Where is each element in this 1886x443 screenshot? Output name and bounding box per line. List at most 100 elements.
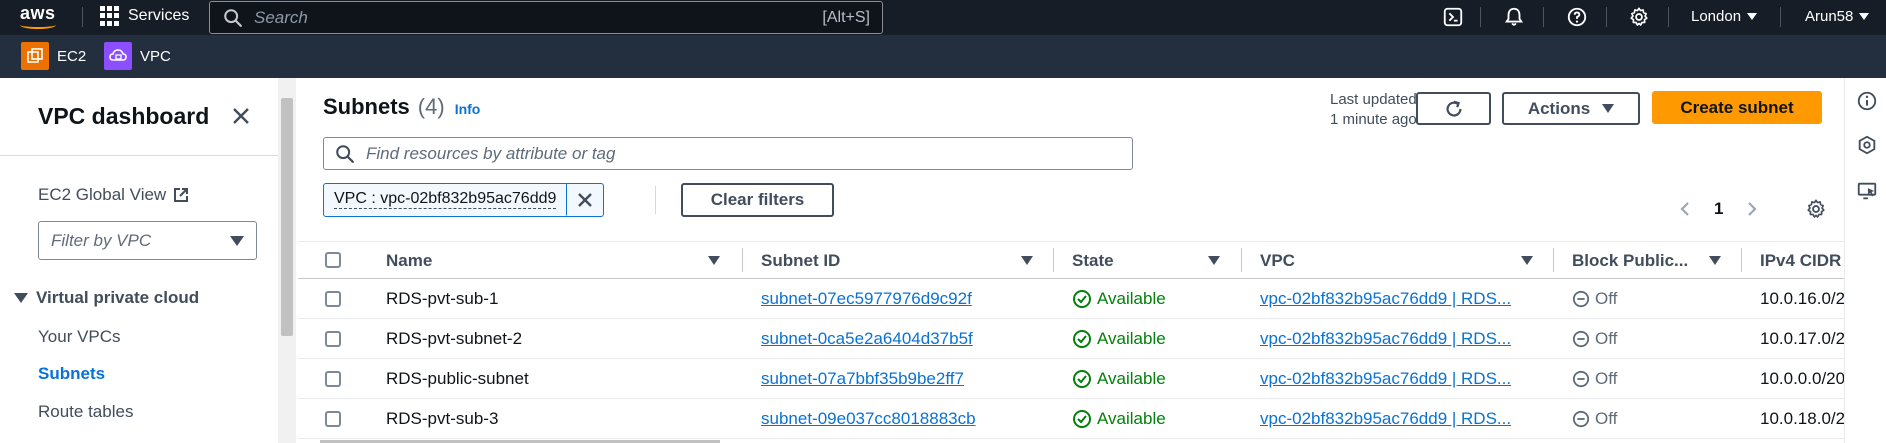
- subnet-id-link[interactable]: subnet-07a7bbf35b9be2ff7: [761, 369, 964, 389]
- help-icon[interactable]: [1566, 6, 1588, 28]
- column-resizer[interactable]: [1741, 248, 1742, 272]
- column-header-subnet-id[interactable]: Subnet ID: [761, 251, 840, 271]
- divider: [1543, 7, 1544, 27]
- main-content: Subnets (4) Info Last updated 1 minute a…: [298, 78, 1845, 443]
- search-bar[interactable]: Search [Alt+S]: [209, 1, 883, 34]
- column-header-name[interactable]: Name: [386, 251, 432, 271]
- clear-filters-button[interactable]: Clear filters: [681, 183, 834, 217]
- row-checkbox[interactable]: [325, 371, 341, 387]
- block-public-status: Off: [1572, 289, 1617, 309]
- vpc-icon: [104, 42, 132, 70]
- cell-name: RDS-pvt-sub-1: [386, 289, 499, 308]
- column-header-state[interactable]: State: [1072, 251, 1114, 271]
- close-icon[interactable]: [229, 104, 253, 128]
- sidebar-item-route-tables[interactable]: Route tables: [38, 402, 133, 422]
- select-all-checkbox[interactable]: [325, 252, 341, 268]
- scrollbar-thumb[interactable]: [281, 98, 293, 336]
- favorite-vpc[interactable]: VPC: [104, 42, 171, 70]
- row-checkbox[interactable]: [325, 331, 341, 347]
- chevron-down-icon: [1747, 13, 1758, 20]
- state-status: Available: [1072, 369, 1166, 389]
- block-public-label: Off: [1595, 369, 1618, 388]
- info-icon[interactable]: [1856, 90, 1878, 112]
- region-selector[interactable]: London: [1691, 8, 1758, 25]
- column-header-vpc[interactable]: VPC: [1260, 251, 1295, 271]
- sort-caret-icon[interactable]: [1521, 256, 1533, 265]
- minus-circle-icon: [1572, 330, 1590, 348]
- sort-caret-icon[interactable]: [1709, 256, 1721, 265]
- aws-logo[interactable]: aws: [18, 3, 62, 31]
- remove-filter-button[interactable]: [567, 184, 603, 216]
- divider: [0, 155, 278, 156]
- services-menu[interactable]: Services: [100, 6, 189, 26]
- state-status: Available: [1072, 409, 1166, 429]
- actions-button[interactable]: Actions: [1502, 92, 1640, 125]
- row-checkbox[interactable]: [325, 291, 341, 307]
- state-status: Available: [1072, 329, 1166, 349]
- table-row[interactable]: RDS-pvt-subnet-2 subnet-0ca5e2a6404d37b5…: [298, 319, 1845, 359]
- filter-token-label[interactable]: VPC : vpc-02bf832b95ac76dd9: [324, 184, 568, 216]
- vpc-filter-select[interactable]: Filter by VPC: [38, 221, 257, 260]
- row-checkbox[interactable]: [325, 411, 341, 427]
- ec2-global-view-link[interactable]: EC2 Global View: [38, 185, 190, 205]
- search-placeholder: Search: [254, 7, 308, 27]
- screen-pointer-icon[interactable]: [1856, 180, 1878, 202]
- column-resizer[interactable]: [1553, 248, 1554, 272]
- page-title: Subnets (4) Info: [323, 94, 480, 120]
- chevron-down-icon: [230, 235, 244, 246]
- account-menu[interactable]: Arun58: [1805, 8, 1870, 25]
- favorite-ec2[interactable]: EC2: [21, 42, 86, 70]
- right-tools-rail: [1844, 78, 1886, 443]
- block-public-label: Off: [1595, 409, 1618, 428]
- table-row[interactable]: RDS-pvt-sub-1 subnet-07ec5977976d9c92f A…: [298, 279, 1845, 319]
- sidebar-scrollbar[interactable]: [278, 78, 296, 443]
- subnet-id-link[interactable]: subnet-07ec5977976d9c92f: [761, 289, 972, 309]
- sort-caret-icon[interactable]: [708, 256, 720, 265]
- sort-caret-icon[interactable]: [1021, 256, 1033, 265]
- search-icon: [224, 8, 242, 27]
- caret-down-icon: [1602, 104, 1615, 113]
- table-row[interactable]: RDS-pvt-sub-3 subnet-09e037cc8018883cb A…: [298, 399, 1845, 439]
- subnet-id-link[interactable]: subnet-0ca5e2a6404d37b5f: [761, 329, 973, 349]
- column-header-ipv4-cidr[interactable]: IPv4 CIDR: [1760, 251, 1841, 271]
- sidebar-title[interactable]: VPC dashboard: [38, 103, 209, 130]
- last-updated: Last updated 1 minute ago: [1330, 90, 1417, 130]
- column-resizer[interactable]: [742, 248, 743, 272]
- services-label: Services: [128, 7, 190, 24]
- refresh-button[interactable]: [1416, 92, 1491, 125]
- bell-icon[interactable]: [1503, 6, 1525, 28]
- subnet-id-link[interactable]: subnet-09e037cc8018883cb: [761, 409, 976, 429]
- gear-icon[interactable]: [1628, 6, 1650, 28]
- hexagon-icon[interactable]: [1856, 134, 1878, 156]
- sidebar-item-your-vpcs[interactable]: Your VPCs: [38, 327, 121, 347]
- column-resizer[interactable]: [1053, 248, 1054, 272]
- table-row[interactable]: RDS-public-subnet subnet-07a7bbf35b9be2f…: [298, 359, 1845, 399]
- preferences-gear-icon[interactable]: [1805, 198, 1827, 220]
- divider: [82, 7, 83, 27]
- find-resources-input[interactable]: Find resources by attribute or tag: [323, 137, 1133, 170]
- vpc-link[interactable]: vpc-02bf832b95ac76dd9 | RDS...: [1260, 289, 1511, 309]
- favorite-label: EC2: [57, 47, 87, 65]
- info-link[interactable]: Info: [455, 101, 481, 117]
- filter-token[interactable]: VPC : vpc-02bf832b95ac76dd9: [323, 183, 605, 217]
- vpc-link[interactable]: vpc-02bf832b95ac76dd9 | RDS...: [1260, 409, 1511, 429]
- user-label: Arun58: [1805, 8, 1854, 25]
- column-header-block-public[interactable]: Block Public...: [1572, 251, 1688, 271]
- minus-circle-icon: [1572, 370, 1590, 388]
- chevron-left-icon[interactable]: [1678, 200, 1692, 218]
- find-resources-placeholder: Find resources by attribute or tag: [366, 143, 616, 163]
- vpc-link[interactable]: vpc-02bf832b95ac76dd9 | RDS...: [1260, 369, 1511, 389]
- chevron-right-icon[interactable]: [1745, 200, 1759, 218]
- column-resizer[interactable]: [1241, 248, 1242, 272]
- create-subnet-button[interactable]: Create subnet: [1652, 91, 1822, 124]
- external-link-icon: [174, 188, 189, 202]
- sidebar-item-subnets[interactable]: Subnets: [38, 364, 105, 384]
- vpc-link[interactable]: vpc-02bf832b95ac76dd9 | RDS...: [1260, 329, 1511, 349]
- page-title-text: Subnets: [323, 94, 410, 119]
- check-circle-icon: [1073, 330, 1091, 348]
- sort-caret-icon[interactable]: [1208, 256, 1220, 265]
- cloudshell-icon[interactable]: [1442, 6, 1464, 28]
- current-page[interactable]: 1: [1714, 199, 1723, 219]
- section-virtual-private-cloud[interactable]: Virtual private cloud: [14, 288, 199, 308]
- search-icon: [336, 144, 354, 163]
